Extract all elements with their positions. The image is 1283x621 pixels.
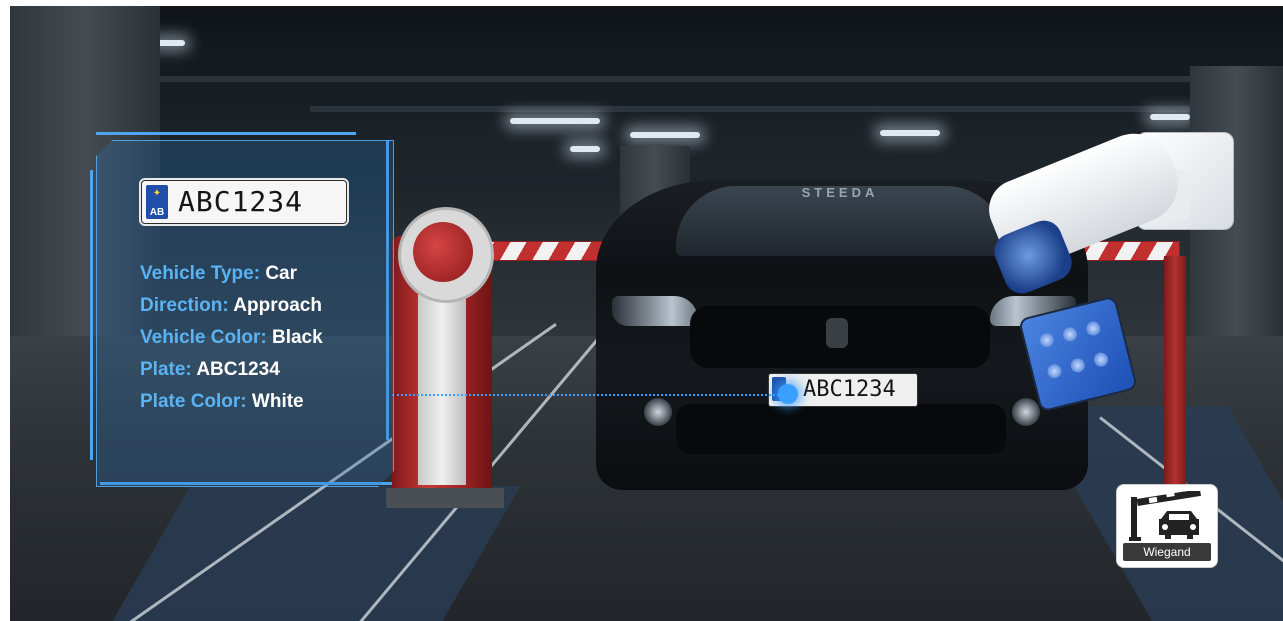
eu-stars-icon: ✦: [152, 188, 162, 199]
attr-value: Approach: [233, 295, 322, 316]
attr-label: Plate:: [140, 359, 192, 380]
attr-label: Vehicle Color:: [140, 327, 267, 348]
attr-vehicle-color: Vehicle Color: Black: [140, 322, 323, 354]
scan-target-dot: [778, 384, 798, 404]
barrier-car-icon: [1129, 491, 1201, 541]
car-emblem: [826, 318, 848, 348]
eu-plate-strip: ✦ AB: [146, 185, 168, 219]
ceiling-light: [630, 132, 700, 138]
attr-label: Vehicle Type:: [140, 263, 261, 284]
panel-frame-edge: [96, 132, 356, 135]
attr-value: ABC1234: [196, 359, 280, 380]
car-fog-light-right: [1012, 398, 1040, 426]
attr-value: Car: [265, 263, 297, 284]
car-windshield-text: STEEDA: [801, 185, 879, 200]
ir-led: [1084, 320, 1102, 338]
ceiling-light: [510, 118, 600, 124]
attr-vehicle-type: Vehicle Type: Car: [140, 258, 323, 290]
ceiling-light: [880, 130, 940, 136]
attr-plate: Plate: ABC1234: [140, 354, 323, 386]
car-plate-number: ABC1234: [803, 377, 896, 402]
ir-led: [1069, 356, 1087, 374]
barrier-arm-support: [1164, 256, 1186, 486]
barrier-head-core: [413, 222, 473, 282]
ir-led: [1045, 362, 1063, 380]
scan-connector-line: [392, 394, 787, 396]
ceiling-light: [1150, 114, 1190, 120]
attr-plate-color: Plate Color: White: [140, 386, 323, 418]
car-fog-light-left: [644, 398, 672, 426]
ceiling-light: [570, 146, 600, 152]
ceiling-beam: [310, 106, 1283, 112]
barrier-base: [386, 488, 504, 508]
barrier-post-panel: [418, 290, 466, 485]
wiegand-badge: Wiegand: [1116, 484, 1218, 568]
vehicle-attribute-list: Vehicle Type: Car Direction: Approach Ve…: [140, 258, 323, 418]
ir-led: [1092, 351, 1110, 369]
attr-value: Black: [271, 327, 323, 348]
plate-country-code: AB: [149, 207, 165, 218]
ir-led: [1038, 331, 1056, 349]
wiegand-label: Wiegand: [1123, 543, 1211, 561]
recognized-plate-number: ABC1234: [178, 185, 304, 218]
attr-label: Direction:: [140, 295, 229, 316]
attr-direction: Direction: Approach: [140, 290, 323, 322]
ir-led: [1061, 325, 1079, 343]
car-lower-grille: [676, 404, 1006, 454]
car-headlight-left: [612, 296, 698, 326]
panel-frame-edge: [90, 170, 93, 460]
ceiling-beam: [150, 76, 1283, 82]
recognized-plate-card: ✦ AB ABC1234: [141, 180, 347, 224]
attr-label: Plate Color:: [140, 391, 247, 412]
attr-value: White: [251, 391, 304, 412]
